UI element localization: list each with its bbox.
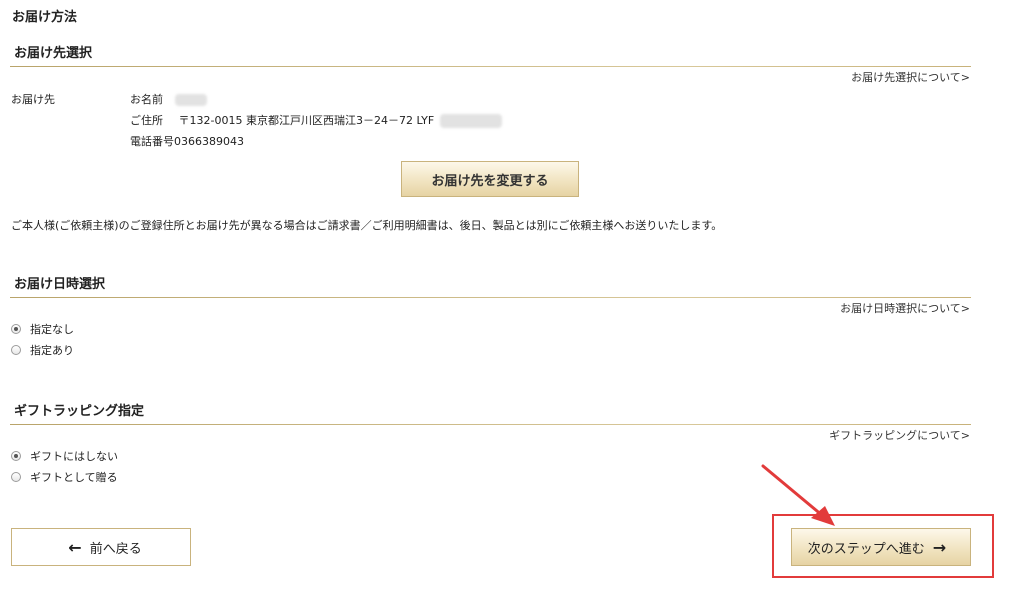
gift-help-text: ギフトラッピングについて	[829, 429, 961, 442]
name-row: お名前	[130, 91, 207, 107]
radio-time-specified[interactable]: 指定あり	[11, 342, 74, 358]
destination-help-link[interactable]: お届け先選択について>	[851, 69, 970, 85]
name-label: お名前	[130, 93, 163, 106]
destination-heading: お届け先選択	[14, 46, 93, 61]
redacted-name	[174, 94, 207, 106]
delivery-time-help-text: お届け日時選択について	[840, 302, 961, 315]
chevron-right-icon: >	[960, 429, 970, 442]
radio-no-gift[interactable]: ギフトにはしない	[11, 448, 118, 464]
gift-help-link[interactable]: ギフトラッピングについて>	[829, 427, 970, 443]
arrow-left-icon: ←	[68, 537, 82, 557]
gift-heading: ギフトラッピング指定	[14, 404, 145, 419]
radio-button-checked[interactable]	[11, 451, 21, 461]
chevron-right-icon: >	[960, 71, 970, 84]
radio-no-time-specified[interactable]: 指定なし	[11, 321, 74, 337]
destination-help-text: お届け先選択について	[851, 71, 961, 84]
back-button-label: 前へ戻る	[89, 541, 142, 557]
back-button[interactable]: ← 前へ戻る	[11, 528, 191, 566]
billing-note: ご本人様(ご依頼主様)のご登録住所とお届け先が異なる場合はご請求書／ご利用明細書…	[11, 219, 723, 232]
change-destination-label: お届け先を変更する	[431, 173, 549, 189]
page-title: お届け方法	[12, 10, 78, 25]
phone-value: 0366389043	[174, 135, 244, 148]
change-destination-button[interactable]: お届け先を変更する	[401, 161, 579, 197]
radio-label: ギフトとして贈る	[30, 471, 118, 484]
destination-divider	[10, 66, 971, 67]
radio-label: 指定なし	[30, 323, 74, 336]
redacted-address	[439, 114, 502, 128]
address-value: 〒132-0015 東京都江戸川区西瑞江3－24－72 LYF	[178, 114, 435, 127]
annotation-arrow-icon	[761, 464, 835, 526]
radio-button[interactable]	[11, 472, 21, 482]
radio-as-gift[interactable]: ギフトとして贈る	[11, 469, 118, 485]
delivery-time-heading: お届け日時選択	[14, 277, 106, 292]
radio-button[interactable]	[11, 345, 21, 355]
gift-divider	[10, 424, 971, 425]
radio-button-checked[interactable]	[11, 324, 21, 334]
radio-label: ギフトにはしない	[30, 450, 118, 463]
phone-row: 電話番号0366389043	[130, 133, 244, 149]
phone-label: 電話番号	[130, 135, 174, 148]
radio-label: 指定あり	[30, 344, 74, 357]
delivery-time-help-link[interactable]: お届け日時選択について>	[840, 300, 970, 316]
address-label: ご住所	[130, 114, 163, 127]
delivery-time-divider	[10, 297, 971, 298]
chevron-right-icon: >	[960, 302, 970, 315]
address-row: ご住所 〒132-0015 東京都江戸川区西瑞江3－24－72 LYF	[130, 112, 502, 128]
destination-label: お届け先	[11, 93, 55, 106]
